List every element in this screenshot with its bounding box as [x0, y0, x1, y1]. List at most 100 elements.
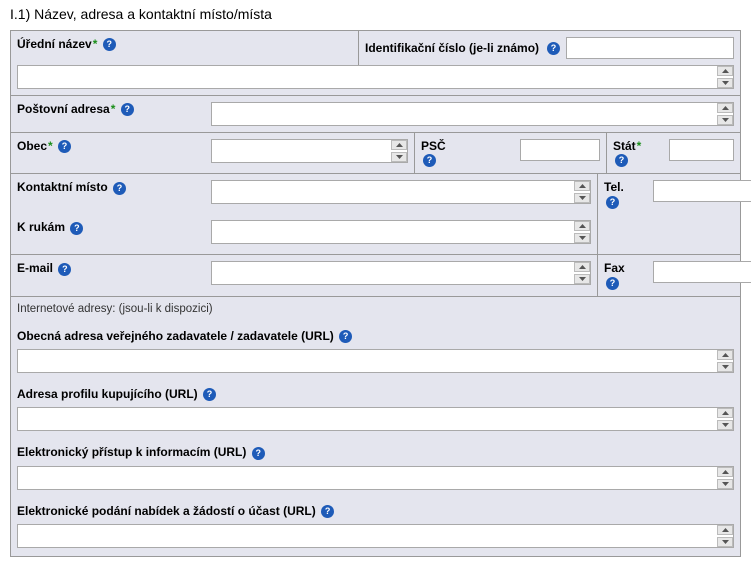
spinner-url-elektronicky-pristup [17, 466, 734, 490]
input-stat[interactable] [669, 139, 734, 161]
spin-up-icon[interactable] [717, 103, 733, 113]
label-url-elektronicke-podani-wrap: Elektronické podání nabídek a žádostí o … [17, 504, 734, 518]
input-postovni-adresa[interactable] [211, 102, 734, 126]
input-url-obecna[interactable] [17, 349, 734, 373]
help-icon[interactable]: ? [606, 196, 619, 209]
input-url-profil[interactable] [17, 407, 734, 431]
help-icon[interactable]: ? [339, 330, 352, 343]
spin-down-icon[interactable] [717, 362, 733, 372]
label-psc: PSČ [421, 139, 446, 153]
label-stat: Stát [613, 139, 636, 153]
help-icon[interactable]: ? [58, 263, 71, 276]
spin-up-icon[interactable] [717, 467, 733, 477]
label-postovni-adresa: Poštovní adresa [17, 102, 110, 116]
url-block-elektronicke-podani: Elektronické podání nabídek a žádostí o … [11, 492, 740, 556]
cell-psc-label: PSČ ? [415, 133, 467, 173]
spin-up-icon[interactable] [391, 140, 407, 150]
input-email[interactable] [211, 261, 591, 285]
internet-section-title: Internetové adresy: (jsou-li k dispozici… [11, 296, 740, 317]
required-marker: * [636, 139, 642, 153]
spinner-controls [717, 408, 733, 430]
required-marker: * [110, 102, 116, 116]
input-psc[interactable] [520, 139, 600, 161]
input-kontaktni-misto[interactable] [211, 180, 591, 204]
help-icon[interactable]: ? [321, 505, 334, 518]
spinner-url-profil [17, 407, 734, 431]
spin-down-icon[interactable] [391, 152, 407, 162]
input-url-elektronicke-podani[interactable] [17, 524, 734, 548]
label-tel: Tel. [604, 180, 624, 194]
spinner-controls [717, 350, 733, 372]
spin-down-icon[interactable] [574, 274, 590, 284]
spinner-kontaktni [211, 180, 591, 204]
form-area: Úřední název* ? Identifikační číslo (je-… [10, 30, 741, 557]
section-title: I.1) Název, adresa a kontaktní místo/mís… [10, 6, 741, 22]
label-fax: Fax [604, 261, 625, 275]
help-icon[interactable]: ? [70, 222, 83, 235]
url-block-elektronicky-pristup: Elektronický přístup k informacím (URL) … [11, 433, 740, 491]
spin-up-icon[interactable] [717, 350, 733, 360]
cell-krukam-label: K rukám ? [11, 214, 205, 254]
spinner-url-obecna [17, 349, 734, 373]
spin-up-icon[interactable] [574, 221, 590, 231]
spinner-email [211, 261, 591, 285]
spin-down-icon[interactable] [717, 479, 733, 489]
cell-uredni-nazev-input [11, 65, 740, 95]
help-icon[interactable]: ? [547, 42, 560, 55]
help-icon[interactable]: ? [203, 388, 216, 401]
url-block-obecna: Obecná adresa veřejného zadavatele / zad… [11, 317, 740, 375]
spinner-controls [574, 262, 590, 284]
cell-kontaktni-label: Kontaktní místo ? [11, 174, 205, 214]
label-url-profil-wrap: Adresa profilu kupujícího (URL) ? [17, 387, 734, 401]
cell-email-input [205, 255, 597, 295]
label-url-elektronicky-pristup: Elektronický přístup k informacím (URL) [17, 445, 246, 459]
spin-down-icon[interactable] [574, 193, 590, 203]
help-icon[interactable]: ? [252, 447, 265, 460]
help-icon[interactable]: ? [121, 103, 134, 116]
label-url-obecna: Obecná adresa veřejného zadavatele / zad… [17, 329, 334, 343]
spinner-controls [717, 467, 733, 489]
input-id-cislo[interactable] [566, 37, 734, 59]
cell-fax-input [647, 255, 751, 295]
help-icon[interactable]: ? [103, 38, 116, 51]
spin-down-icon[interactable] [717, 420, 733, 430]
cell-postovni-label: Poštovní adresa* ? [11, 96, 205, 132]
required-marker: * [92, 37, 98, 51]
help-icon[interactable]: ? [423, 154, 436, 167]
help-icon[interactable]: ? [615, 154, 628, 167]
input-obec[interactable] [211, 139, 408, 163]
cell-tel-input [647, 174, 751, 254]
required-marker: * [47, 139, 53, 153]
cell-email-label: E-mail ? [11, 255, 205, 295]
cell-id-cislo: Identifikační číslo (je-li známo) ? [358, 31, 740, 65]
input-url-elektronicky-pristup[interactable] [17, 466, 734, 490]
spin-down-icon[interactable] [717, 78, 733, 88]
help-icon[interactable]: ? [113, 182, 126, 195]
help-icon[interactable]: ? [606, 277, 619, 290]
cell-obec-input [205, 133, 415, 173]
cell-stat-input [663, 133, 740, 173]
spinner-url-elektronicke-podani [17, 524, 734, 548]
spin-up-icon[interactable] [574, 262, 590, 272]
spin-down-icon[interactable] [574, 233, 590, 243]
spin-up-icon[interactable] [717, 66, 733, 76]
label-url-elektronicky-pristup-wrap: Elektronický přístup k informacím (URL) … [17, 445, 734, 459]
spinner-controls [717, 525, 733, 547]
spin-up-icon[interactable] [717, 408, 733, 418]
input-uredni-nazev[interactable] [17, 65, 734, 89]
spin-down-icon[interactable] [717, 537, 733, 547]
label-kontaktni-misto: Kontaktní místo [17, 180, 108, 194]
spin-up-icon[interactable] [574, 181, 590, 191]
spinner-uredni-nazev [17, 65, 734, 89]
help-icon[interactable]: ? [58, 140, 71, 153]
cell-postovni-input [205, 96, 740, 132]
cell-tel-label: Tel. ? [597, 174, 647, 254]
spin-down-icon[interactable] [717, 115, 733, 125]
input-k-rukam[interactable] [211, 220, 591, 244]
spinner-krukam [211, 220, 591, 244]
spin-up-icon[interactable] [717, 525, 733, 535]
input-fax[interactable] [653, 261, 751, 283]
input-tel[interactable] [653, 180, 751, 202]
cell-krukam-input [205, 214, 597, 254]
label-uredni-nazev: Úřední název [17, 37, 92, 51]
